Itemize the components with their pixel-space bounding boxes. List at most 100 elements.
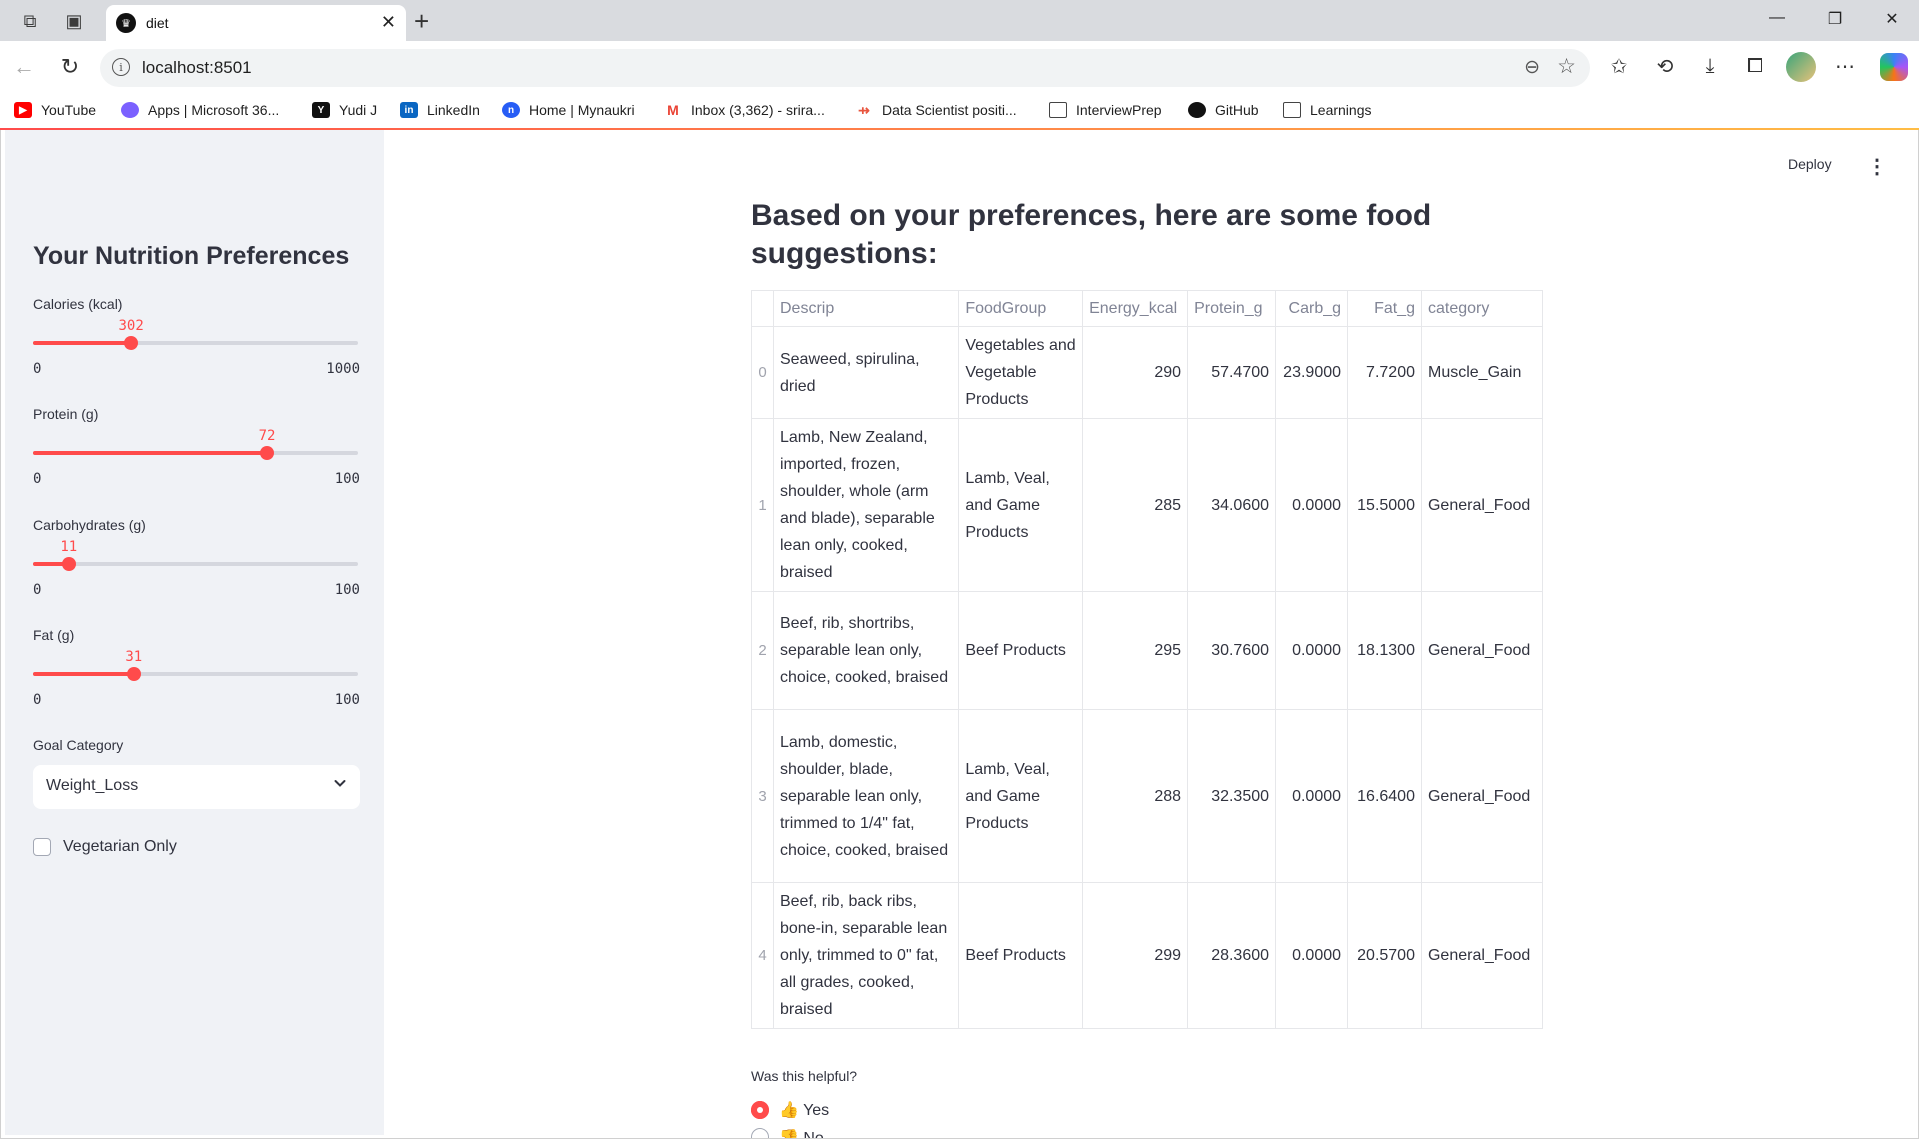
url-field[interactable]: i localhost:8501 ⊖ ☆: [100, 49, 1590, 87]
bookmark-data-scientist[interactable]: ⇸ Data Scientist positi...: [855, 102, 1017, 118]
table-row[interactable]: 3 Lamb, domestic, shoulder, blade, separ…: [751, 709, 1544, 883]
restore-icon[interactable]: ❐: [1820, 9, 1850, 29]
slider-track[interactable]: [33, 446, 358, 460]
close-window-icon[interactable]: ✕: [1877, 9, 1907, 29]
bookmark-microsoft365[interactable]: Apps | Microsoft 36...: [121, 102, 279, 118]
column-header[interactable]: FoodGroup: [958, 290, 1084, 327]
favorite-star-icon[interactable]: ☆: [1557, 54, 1576, 79]
cell-category[interactable]: General_Food: [1420, 418, 1544, 592]
carbohydrates-slider[interactable]: Carbohydrates (g) 11 0 100: [33, 517, 360, 607]
suggestions-table[interactable]: Descrip FoodGroup Energy_kcal Protein_g …: [751, 290, 1544, 1029]
bookmark-mynaukri[interactable]: n Home | Mynaukri: [502, 102, 635, 118]
downloads-icon[interactable]: ⤓: [1695, 51, 1725, 81]
cell-fat[interactable]: 18.1300: [1347, 591, 1422, 710]
cell-fat[interactable]: 7.7200: [1347, 326, 1422, 419]
cell-protein[interactable]: 28.3600: [1187, 882, 1277, 1029]
vegetarian-checkbox[interactable]: Vegetarian Only: [33, 838, 177, 856]
close-tab-icon[interactable]: ✕: [381, 12, 396, 33]
cell-carb[interactable]: 23.9000: [1275, 326, 1349, 419]
table-row[interactable]: 4 Beef, rib, back ribs, bone-in, separab…: [751, 882, 1544, 1029]
cell-protein[interactable]: 30.7600: [1187, 591, 1277, 710]
cell-carb[interactable]: 0.0000: [1275, 591, 1349, 710]
cell-category[interactable]: Muscle_Gain: [1420, 326, 1544, 419]
cell-foodgroup[interactable]: Lamb, Veal, and Game Products: [958, 709, 1084, 883]
cell-descrip[interactable]: Lamb, domestic, shoulder, blade, separab…: [772, 709, 960, 883]
slider-thumb[interactable]: [126, 667, 141, 681]
main-menu-icon[interactable]: ⋮: [1867, 154, 1887, 179]
column-header[interactable]: Protein_g: [1187, 290, 1277, 327]
slider-track[interactable]: [33, 336, 358, 350]
cell-descrip[interactable]: Beef, rib, shortribs, separable lean onl…: [772, 591, 960, 710]
checkbox-box[interactable]: [33, 838, 51, 856]
cell-foodgroup[interactable]: Vegetables and Vegetable Products: [958, 326, 1084, 419]
new-tab-icon[interactable]: +: [414, 6, 429, 37]
bookmark-yudi[interactable]: Y Yudi J: [312, 102, 377, 118]
cell-carb[interactable]: 0.0000: [1275, 709, 1349, 883]
cell-fat[interactable]: 20.5700: [1347, 882, 1422, 1029]
zoom-icon[interactable]: ⊖: [1524, 56, 1540, 79]
vertical-tabs-icon[interactable]: ▣: [61, 8, 87, 34]
bookmark-learnings[interactable]: Learnings: [1283, 102, 1372, 118]
column-header[interactable]: Energy_kcal: [1082, 290, 1189, 327]
table-row[interactable]: 2 Beef, rib, shortribs, separable lean o…: [751, 591, 1544, 710]
cell-foodgroup[interactable]: Beef Products: [958, 882, 1084, 1029]
more-options-icon[interactable]: ⋯: [1830, 51, 1860, 81]
cell-energy[interactable]: 285: [1082, 418, 1189, 592]
cell-descrip[interactable]: Seaweed, spirulina, dried: [772, 326, 960, 419]
feedback-yes-radio[interactable]: 👍 Yes: [751, 1100, 829, 1120]
calories-slider[interactable]: Calories (kcal) 302 0 1000: [33, 296, 360, 386]
radio-unselected-icon[interactable]: [751, 1128, 769, 1138]
cell-foodgroup[interactable]: Lamb, Veal, and Game Products: [958, 418, 1084, 592]
cell-descrip[interactable]: Beef, rib, back ribs, bone-in, separable…: [772, 882, 960, 1029]
column-header[interactable]: Carb_g: [1275, 290, 1349, 327]
site-info-icon[interactable]: i: [112, 58, 130, 76]
copilot-icon[interactable]: [1880, 53, 1908, 81]
cell-foodgroup[interactable]: Beef Products: [958, 591, 1084, 710]
cell-protein[interactable]: 32.3500: [1187, 709, 1277, 883]
history-icon[interactable]: ⟲: [1650, 51, 1680, 81]
cell-protein[interactable]: 57.4700: [1187, 326, 1277, 419]
favorites-icon[interactable]: ✩: [1604, 51, 1634, 81]
back-icon[interactable]: ←: [10, 53, 38, 81]
column-header-index[interactable]: [751, 290, 774, 327]
cell-category[interactable]: General_Food: [1420, 882, 1544, 1029]
cell-fat[interactable]: 15.5000: [1347, 418, 1422, 592]
cell-category[interactable]: General_Food: [1420, 591, 1544, 710]
slider-track[interactable]: [33, 557, 358, 571]
slider-thumb[interactable]: [61, 557, 76, 571]
slider-thumb[interactable]: [260, 446, 274, 460]
radio-selected-icon[interactable]: [751, 1101, 769, 1119]
protein-slider[interactable]: Protein (g) 72 0 100: [33, 406, 360, 496]
cell-carb[interactable]: 0.0000: [1275, 418, 1349, 592]
table-row[interactable]: 0 Seaweed, spirulina, dried Vegetables a…: [751, 326, 1544, 419]
bookmark-linkedin[interactable]: in LinkedIn: [400, 102, 480, 118]
cell-category[interactable]: General_Food: [1420, 709, 1544, 883]
bookmark-youtube[interactable]: ▶ YouTube: [14, 102, 96, 118]
cell-fat[interactable]: 16.6400: [1347, 709, 1422, 883]
deploy-button[interactable]: Deploy: [1788, 156, 1832, 172]
column-header[interactable]: Descrip: [772, 290, 960, 327]
extensions-icon[interactable]: ⧠: [1740, 51, 1770, 81]
feedback-no-radio[interactable]: 👎 No: [751, 1128, 824, 1138]
bookmark-gmail[interactable]: M Inbox (3,362) - srira...: [664, 102, 825, 118]
bookmark-github[interactable]: GitHub: [1188, 102, 1259, 118]
cell-descrip[interactable]: Lamb, New Zealand, imported, frozen, sho…: [772, 418, 960, 592]
bookmark-interviewprep[interactable]: InterviewPrep: [1049, 102, 1162, 118]
cell-energy[interactable]: 288: [1082, 709, 1189, 883]
minimize-icon[interactable]: —: [1762, 9, 1792, 27]
column-header[interactable]: Fat_g: [1347, 290, 1422, 327]
column-header[interactable]: category: [1420, 290, 1544, 327]
cell-energy[interactable]: 290: [1082, 326, 1189, 419]
table-row[interactable]: 1 Lamb, New Zealand, imported, frozen, s…: [751, 418, 1544, 592]
fat-slider[interactable]: Fat (g) 31 0 100: [33, 627, 360, 717]
browser-tab-diet[interactable]: ♛ diet ✕: [106, 5, 406, 41]
cell-carb[interactable]: 0.0000: [1275, 882, 1349, 1029]
workspaces-icon[interactable]: ⧉: [17, 8, 43, 34]
reload-icon[interactable]: ↻: [56, 53, 84, 81]
cell-energy[interactable]: 299: [1082, 882, 1189, 1029]
slider-track[interactable]: [33, 667, 358, 681]
profile-avatar[interactable]: [1786, 52, 1816, 82]
cell-energy[interactable]: 295: [1082, 591, 1189, 710]
goal-category-select[interactable]: Weight_Loss: [33, 765, 360, 809]
slider-thumb[interactable]: [124, 336, 139, 350]
